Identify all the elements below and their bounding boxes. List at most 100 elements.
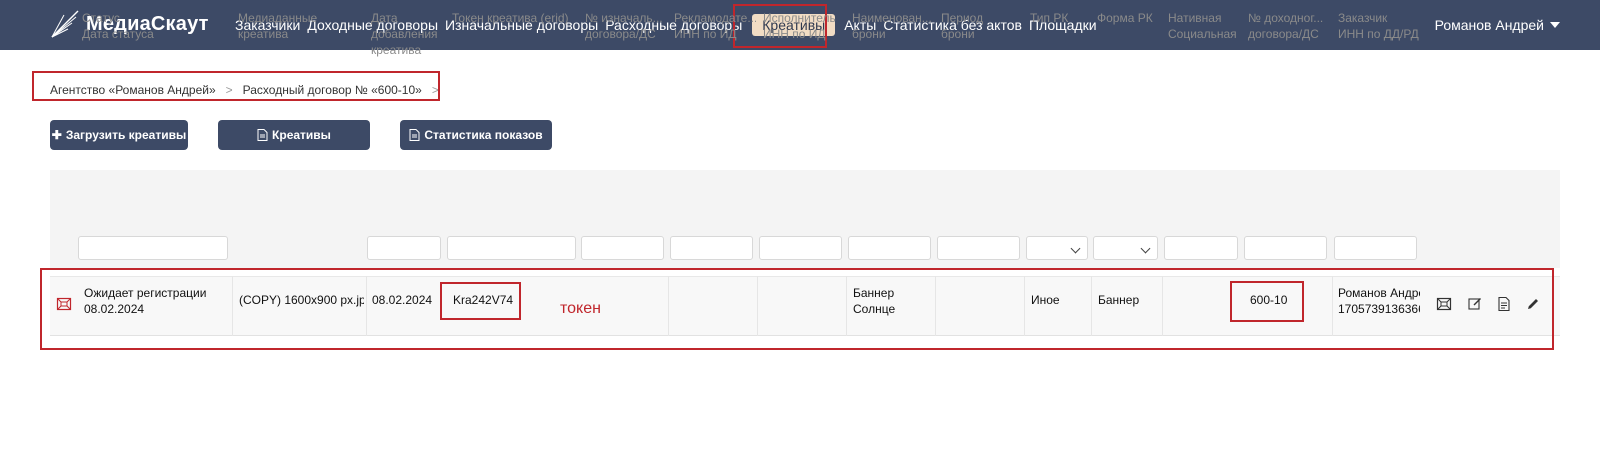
column-header-line: Период [941,11,984,25]
column-header-income-contract[interactable]: № доходног... договора/ДС [1248,10,1330,42]
upload-creatives-button[interactable]: ✚ Загрузить креативы [50,120,188,150]
column-header-line: № доходног... [1248,11,1324,25]
annotation-token-label: токен [560,300,601,317]
cell-divider [1024,276,1025,336]
column-header-line: Социальная [1168,27,1237,41]
column-header-line: Дата [371,11,398,25]
breadcrumb: Агентство «Романов Андрей» > Расходный д… [50,80,449,100]
column-header-line: ИНН по ИД [763,27,826,41]
column-header-token[interactable]: Токен креатива (erid) [452,10,580,26]
cell-divider [757,276,758,336]
filter-booking-name-input[interactable] [848,236,931,260]
column-header-booking-period[interactable]: Период брони [941,10,1021,42]
cell-booking-name: Баннер Солнце [853,285,933,317]
cell-campaign-form: Баннер [1098,292,1160,308]
column-header-line: Статус [82,11,120,25]
cell-status: Ожидает регистрации 08.02.2024 [84,285,229,317]
column-header-added-date[interactable]: Дата добавления креатива [371,10,443,58]
user-name: Романов Андрей [1434,17,1544,33]
cell-added-date: 08.02.2024 [372,292,442,308]
column-header-contractor[interactable]: Исполнитель ИНН по ИД [763,10,845,42]
cell-divider [668,276,669,336]
column-header-line: Дата статуса [82,27,154,41]
column-header-line: Рекламодате... [674,11,756,25]
column-header-line: Токен креатива (erid) [452,11,569,25]
logo-rays-icon [51,10,79,38]
edit-note-icon[interactable] [1467,296,1483,312]
campaign-type-value: Иное [1031,293,1060,307]
column-header-line: Заказчик [1338,11,1388,25]
pencil-icon[interactable] [1525,296,1541,312]
breadcrumb-separator: > [431,83,439,97]
token-value: Kra242V74 [453,293,514,307]
filter-token-input[interactable] [447,236,576,260]
column-header-status[interactable]: Статус Дата статуса [82,10,222,42]
column-header-line: Тип РК [1030,11,1069,25]
column-header-campaign-type[interactable]: Тип РК [1030,10,1090,26]
filter-contractor-input[interactable] [759,236,842,260]
cell-media[interactable]: (COPY) 1600x900 px.jpeg [239,292,364,308]
cell-divider [1162,276,1163,336]
column-header-line: добавления [371,27,438,41]
filter-initial-contract-input[interactable] [581,236,664,260]
column-header-line: Форма РК [1097,11,1153,25]
filter-booking-period-input[interactable] [937,236,1020,260]
column-header-customer[interactable]: Заказчик ИНН по ДД/РД [1338,10,1424,42]
column-header-line: брони [852,27,886,41]
campaign-form-value: Баннер [1098,293,1140,307]
filter-status-input[interactable] [78,236,228,260]
view-creative-icon[interactable] [1436,296,1452,312]
cell-customer: Романов Андрей 1705739136366 [1338,285,1420,317]
breadcrumb-item-agency[interactable]: Агентство «Романов Андрей» [50,83,216,97]
breadcrumb-item-contract[interactable]: Расходный договор № «600-10» [243,83,422,97]
cell-campaign-type: Иное [1031,292,1089,308]
document-icon [409,129,420,141]
filter-campaign-form-select[interactable] [1093,236,1158,260]
filter-native-social-input[interactable] [1164,236,1238,260]
column-header-advertiser[interactable]: Рекламодате... ИНН по ИД [674,10,756,42]
filter-advertiser-input[interactable] [670,236,753,260]
column-header-line: договора/ДС [1248,27,1319,41]
column-header-line: ИНН по ИД [674,27,737,41]
breadcrumb-separator: > [225,83,233,97]
upload-creatives-label: Загрузить креативы [65,128,187,142]
column-header-line: Медиаданные [238,11,318,25]
column-header-media[interactable]: Медиаданные креатива [238,10,363,42]
impression-stats-button[interactable]: Статистика показов [400,120,552,150]
cell-token: Kra242V74 [453,292,517,308]
cell-divider [846,276,847,336]
status-text: Ожидает регистрации [84,286,207,300]
column-header-line: брони [941,27,975,41]
column-header-campaign-form[interactable]: Форма РК [1097,10,1163,26]
cell-divider [1091,276,1092,336]
creatives-export-button[interactable]: Креативы [218,120,370,150]
document-icon [257,129,268,141]
creative-image-icon[interactable] [56,296,72,312]
cell-divider [232,276,233,336]
cell-divider [935,276,936,336]
added-date: 08.02.2024 [372,293,433,307]
status-date: 08.02.2024 [84,302,145,316]
column-header-line: ИНН по ДД/РД [1338,27,1419,41]
column-header-booking-name[interactable]: Наименован... брони [852,10,934,42]
filter-customer-input[interactable] [1334,236,1417,260]
booking-name-line: Солнце [853,302,896,316]
media-filename: (COPY) 1600x900 px.jpeg [239,293,364,307]
column-header-line: № изначаль... [585,11,663,25]
cell-income-contract[interactable]: 600-10 [1250,292,1300,308]
filter-campaign-type-select[interactable] [1026,236,1088,260]
creatives-export-label: Креативы [272,128,331,142]
document-icon[interactable] [1496,296,1512,312]
impression-stats-label: Статистика показов [424,128,543,142]
plus-icon: ✚ [51,128,62,142]
column-header-line: креатива [371,43,422,57]
column-header-line: Наименован... [852,11,932,25]
filter-income-contract-input[interactable] [1244,236,1327,260]
customer-inn: 1705739136366 [1338,302,1420,316]
user-menu[interactable]: Романов Андрей [1435,0,1560,50]
caret-down-icon [1550,22,1560,28]
filter-added-date-input[interactable] [367,236,441,260]
column-header-initial-contract[interactable]: № изначаль... договора/ДС [585,10,665,42]
column-header-line: договора/ДС [585,27,656,41]
column-header-native-social[interactable]: Нативная Социальная [1168,10,1244,42]
